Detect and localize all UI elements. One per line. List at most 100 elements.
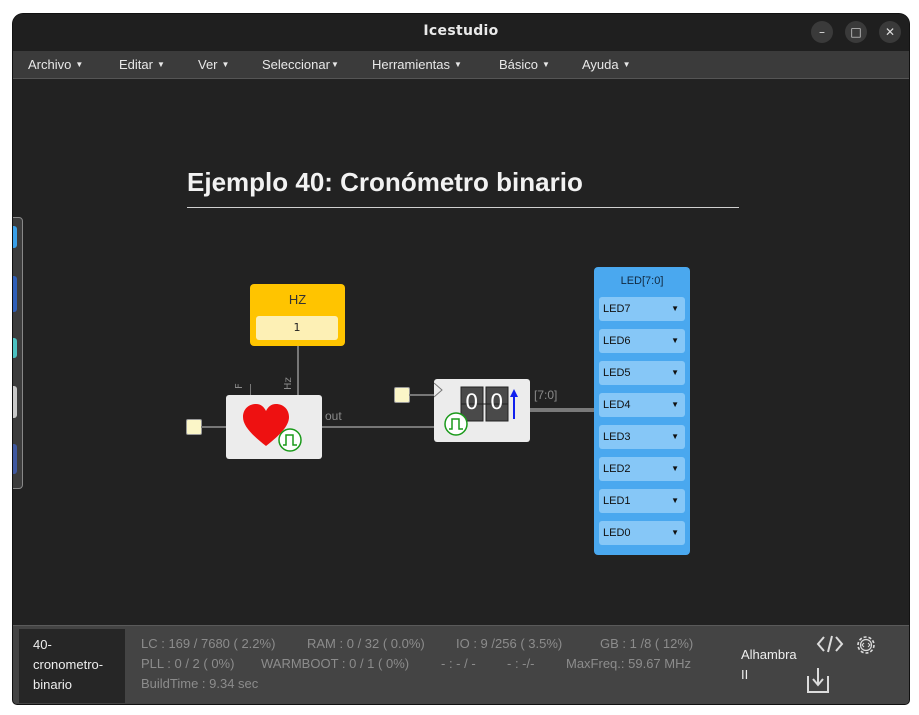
title-bar: Icestudio – □ ✕	[13, 14, 909, 51]
wire-hz	[297, 346, 299, 395]
toolbar-navy-tab[interactable]	[13, 276, 17, 312]
counter-block[interactable]: 0 0	[434, 379, 530, 442]
menu-ver[interactable]: Ver ▼	[198, 57, 229, 72]
led-select-label: LED4	[603, 399, 631, 411]
toolbar-blue-tab[interactable]	[13, 226, 17, 248]
stat-ram: RAM : 0 / 32 ( 0.0%)	[307, 636, 425, 651]
led-select-label: LED2	[603, 463, 631, 475]
led-select-label: LED3	[603, 431, 631, 443]
project-name[interactable]: 40- cronometro-binario	[19, 629, 125, 703]
window-title: Icestudio	[423, 23, 499, 39]
caret-down-icon: ▼	[542, 60, 550, 69]
port-label-f: F	[234, 383, 245, 389]
stat-empty-2: - : -/-	[507, 656, 535, 671]
constant-block-hz[interactable]: HZ 1	[250, 284, 345, 346]
stat-gb: GB : 1 /8 ( 12%)	[600, 636, 694, 651]
menu-editar[interactable]: Editar ▼	[119, 57, 165, 72]
stat-io: IO : 9 /256 ( 3.5%)	[456, 636, 563, 651]
code-icon[interactable]	[816, 634, 844, 654]
collection-toolbar[interactable]	[13, 217, 23, 489]
caret-down-icon: ▼	[330, 60, 339, 69]
caret-down-icon: ▼	[156, 60, 165, 69]
wire-out	[322, 426, 434, 428]
stat-lc: LC : 169 / 7680 ( 2.2%)	[141, 636, 276, 651]
menu-herramientas[interactable]: Herramientas ▼	[372, 57, 462, 72]
led-select-label: LED1	[603, 495, 631, 507]
constant-value-field[interactable]: 1	[256, 316, 338, 340]
title-divider	[187, 207, 739, 208]
heart-icon	[243, 404, 302, 452]
dropdown-arrow-icon: ▼	[671, 304, 679, 313]
led-select-7[interactable]: LED7 ▼	[599, 297, 685, 321]
clock-input-pin-1[interactable]	[186, 419, 202, 435]
stat-empty-1: - : - / -	[441, 656, 476, 671]
dropdown-arrow-icon: ▼	[671, 528, 679, 537]
minimize-button[interactable]: –	[811, 21, 833, 43]
menu-label: Ayuda	[582, 57, 619, 72]
caret-down-icon: ▼	[454, 60, 462, 69]
status-bar: 40- cronometro-binario LC : 169 / 7680 ( …	[13, 625, 909, 704]
led-output-block[interactable]: LED[7:0] LED7 ▼ LED6 ▼ LED5 ▼ LED4 ▼ LED3 ▼ L…	[594, 267, 690, 555]
menu-label: Herramientas	[372, 57, 451, 72]
stat-buildtime: BuildTime : 9.34 sec	[141, 676, 259, 691]
download-icon[interactable]	[806, 666, 830, 694]
wire-bus	[530, 408, 594, 412]
close-button[interactable]: ✕	[879, 21, 901, 43]
menu-label: Básico	[499, 57, 539, 72]
led-select-label: LED7	[603, 303, 631, 315]
app-window: Icestudio – □ ✕ Archivo ▼ Editar ▼ Ver ▼ Se…	[13, 14, 909, 704]
heartbeat-block[interactable]	[226, 395, 322, 459]
maximize-button[interactable]: □	[845, 21, 867, 43]
menu-basico[interactable]: Básico ▼	[499, 57, 550, 72]
menu-label: Archivo	[28, 57, 72, 72]
led-select-5[interactable]: LED5 ▼	[599, 361, 685, 385]
dropdown-arrow-icon: ▼	[671, 400, 679, 409]
led-select-0[interactable]: LED0 ▼	[599, 521, 685, 545]
dropdown-arrow-icon: ▼	[671, 336, 679, 345]
menu-seleccionar[interactable]: Seleccionar▼	[262, 57, 339, 72]
menu-label: Editar	[119, 57, 153, 72]
toolbar-teal-tab[interactable]	[13, 338, 17, 358]
dropdown-arrow-icon: ▼	[671, 368, 679, 377]
led-select-3[interactable]: LED3 ▼	[599, 425, 685, 449]
counter-digit-units: 0	[490, 390, 504, 414]
design-canvas[interactable]: Ejemplo 40: Cronómetro binario HZ 1 F Hz	[13, 79, 909, 625]
led-select-label: LED0	[603, 527, 631, 539]
bus-label: [7:0]	[534, 388, 558, 402]
led-select-label: LED6	[603, 335, 631, 347]
stat-maxfreq: MaxFreq.: 59.67 MHz	[566, 656, 691, 671]
menu-label: Seleccionar	[262, 57, 330, 72]
menu-ayuda[interactable]: Ayuda ▼	[582, 57, 631, 72]
caret-down-icon: ▼	[75, 60, 84, 69]
menu-archivo[interactable]: Archivo ▼	[28, 57, 83, 72]
led-select-2[interactable]: LED2 ▼	[599, 457, 685, 481]
clock-input-pin-2[interactable]	[394, 387, 410, 403]
counter-graphic	[434, 382, 518, 436]
wire-clock-1	[201, 426, 226, 428]
led-select-label: LED5	[603, 367, 631, 379]
board-selector[interactable]: Alhambra II	[741, 645, 811, 685]
menu-label: Ver	[198, 57, 218, 72]
caret-down-icon: ▼	[221, 60, 230, 69]
stat-warmboot: WARMBOOT : 0 / 1 ( 0%)	[261, 656, 410, 671]
port-tick-f	[250, 384, 251, 395]
led-select-1[interactable]: LED1 ▼	[599, 489, 685, 513]
settings-gear-icon[interactable]	[853, 632, 879, 658]
constant-label: HZ	[288, 292, 307, 307]
caret-down-icon: ▼	[622, 60, 631, 69]
dropdown-arrow-icon: ▼	[671, 464, 679, 473]
led-select-4[interactable]: LED4 ▼	[599, 393, 685, 417]
out-port-label: out	[325, 409, 342, 423]
led-select-6[interactable]: LED6 ▼	[599, 329, 685, 353]
counter-digit-tens: 0	[465, 390, 479, 414]
led-block-label: LED[7:0]	[620, 275, 664, 287]
dropdown-arrow-icon: ▼	[671, 496, 679, 505]
menu-bar: Archivo ▼ Editar ▼ Ver ▼ Seleccionar▼ Herra…	[13, 51, 909, 79]
dropdown-arrow-icon: ▼	[671, 432, 679, 441]
toolbar-indigo-tab[interactable]	[13, 444, 17, 474]
stat-pll: PLL : 0 / 2 ( 0%)	[141, 656, 235, 671]
page-title: Ejemplo 40: Cronómetro binario	[187, 167, 583, 197]
wire-clock-2	[409, 394, 434, 396]
toolbar-grey-tab[interactable]	[13, 386, 17, 418]
port-label-hz: Hz	[283, 377, 294, 390]
